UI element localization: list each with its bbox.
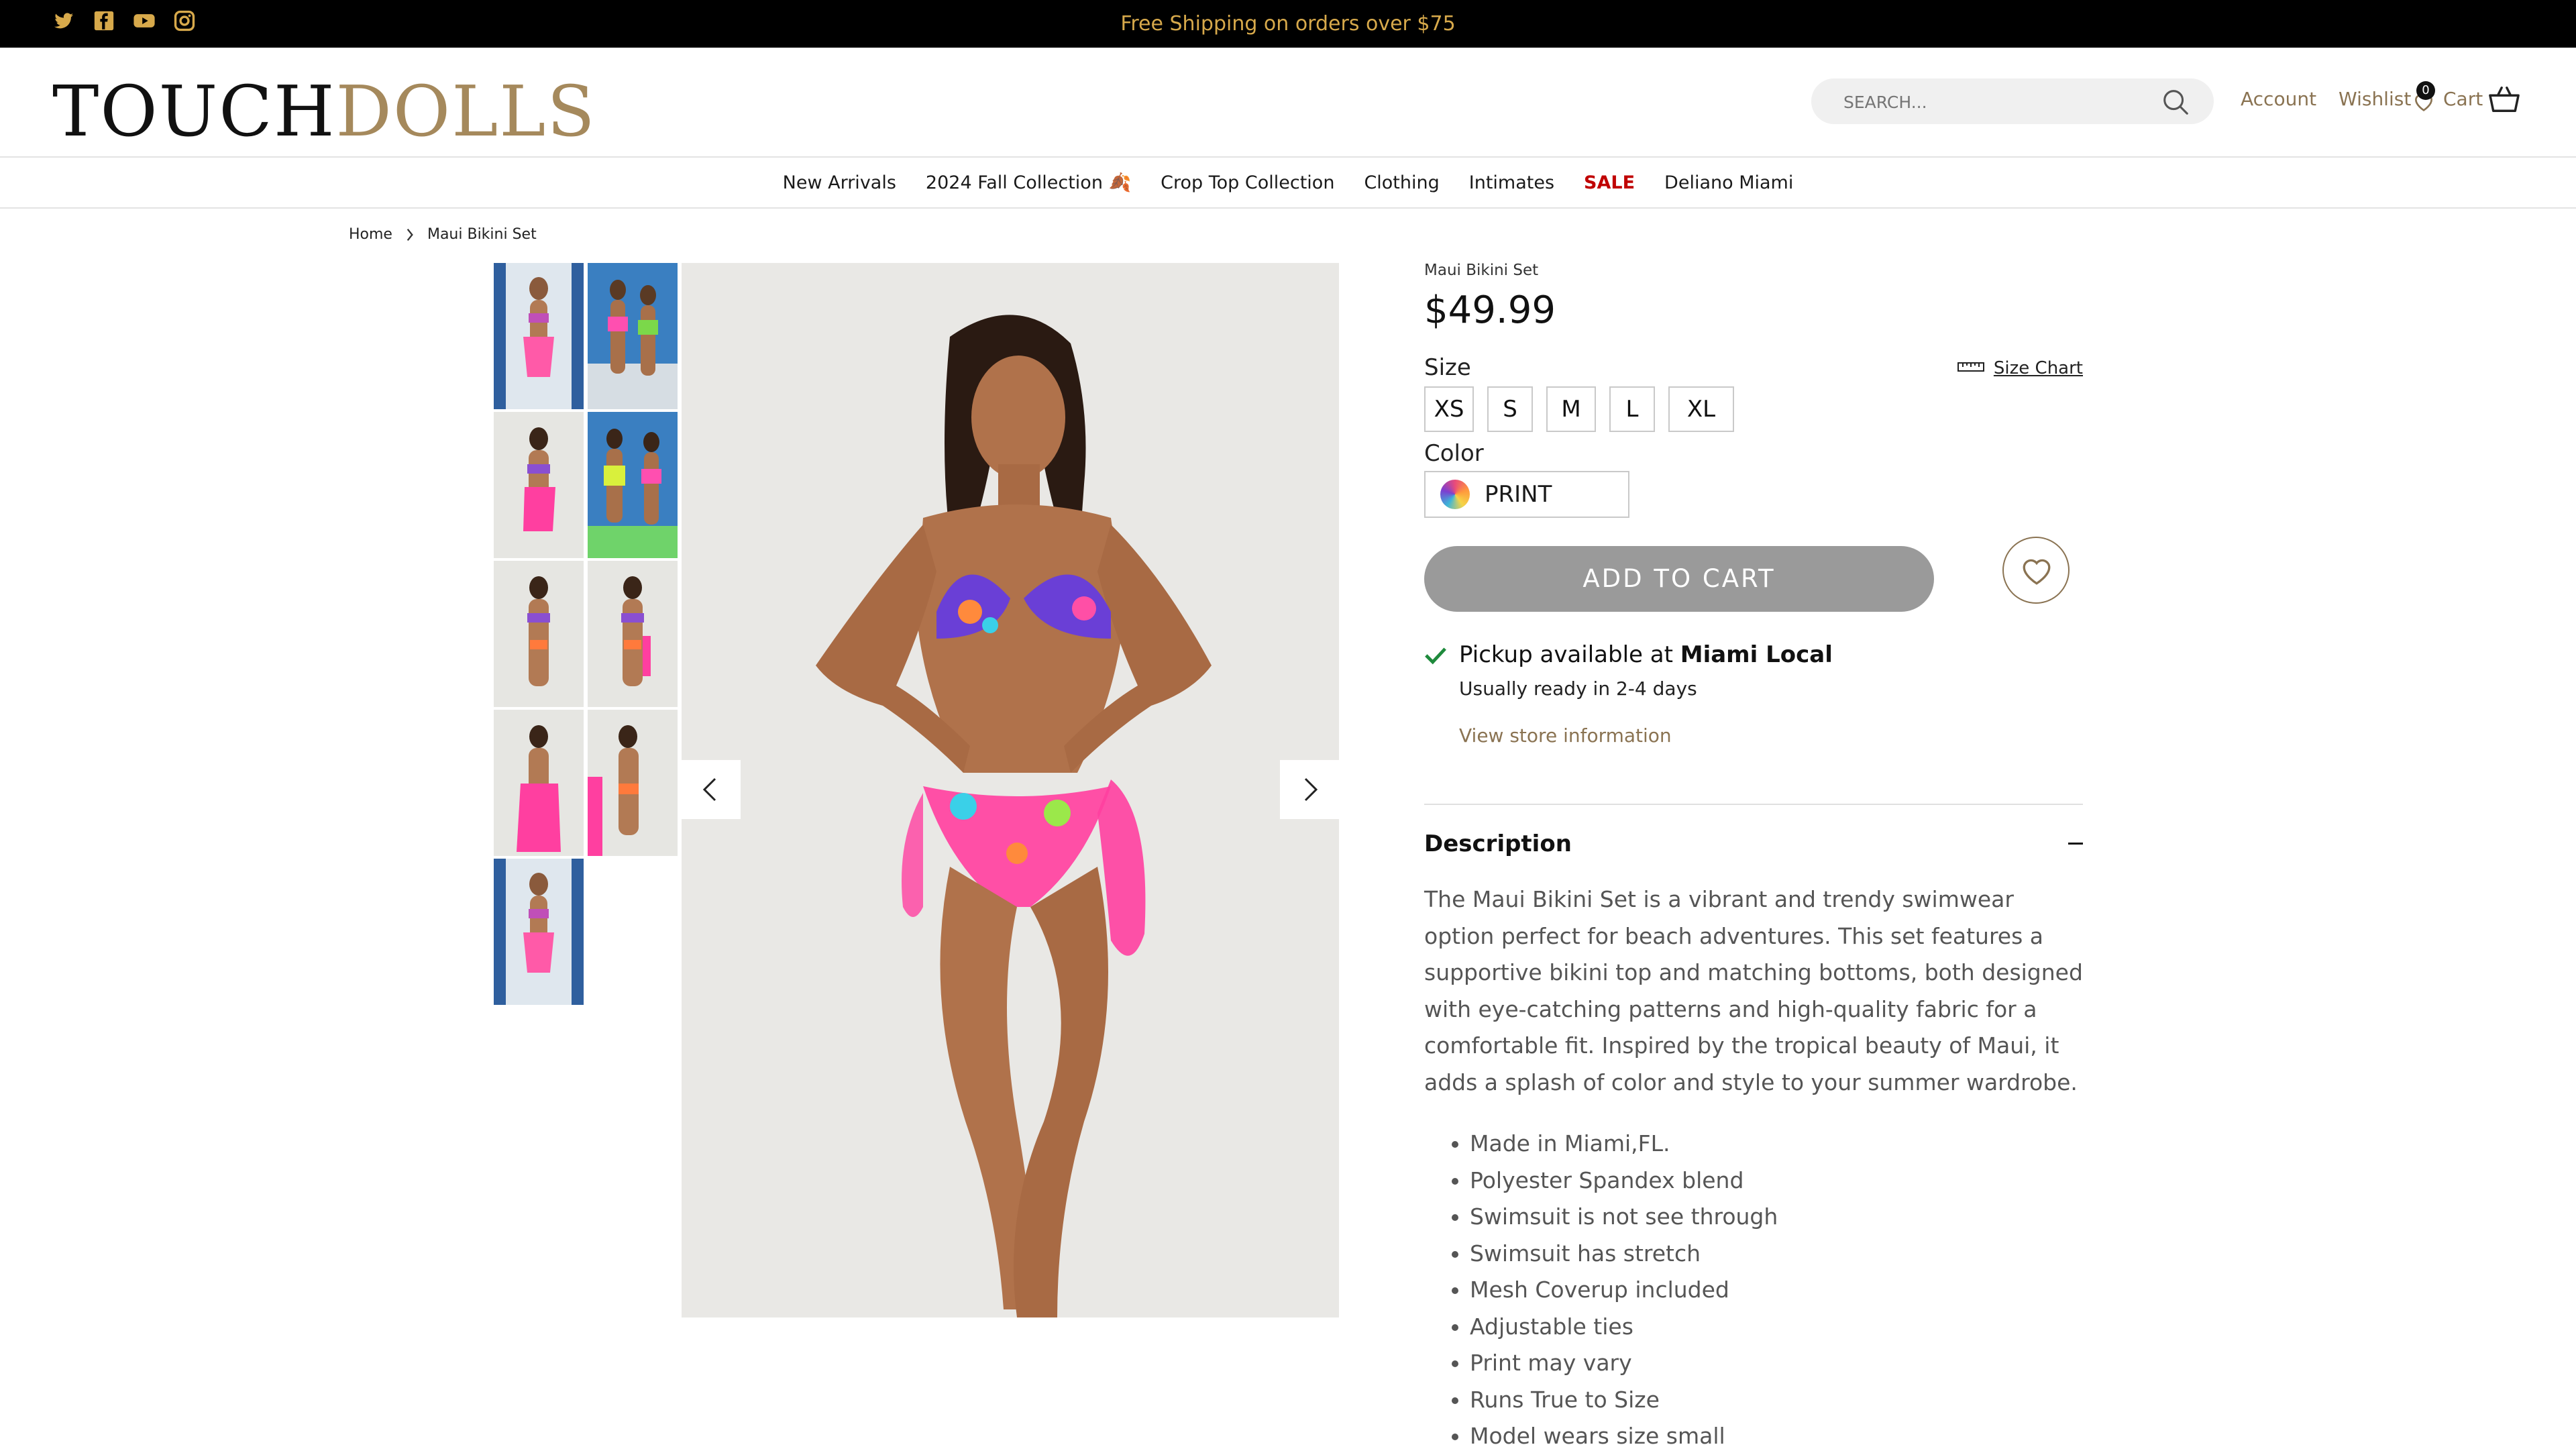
nav-new-arrivals[interactable]: New Arrivals [783,172,896,193]
size-option-xs[interactable]: XS [1424,386,1474,432]
description-heading[interactable]: Description [1424,830,1572,857]
breadcrumb-current: Maui Bikini Set [427,226,537,243]
site-logo[interactable]: TOUCHDOLLS [52,74,596,148]
list-item: Swimsuit has stretch [1470,1236,1778,1273]
heart-icon [2023,559,2051,585]
thumbnail-image[interactable] [588,710,678,856]
thumbnail-image[interactable] [494,710,584,856]
list-item: Model wears size small [1470,1418,1778,1455]
main-product-image[interactable] [682,263,1339,1317]
checkmark-icon [1424,645,1447,665]
pickup-prefix: Pickup available at [1459,641,1680,668]
product-info: Maui Bikini Set $49.99 Size Size Chart X… [1424,262,2083,1449]
size-chart-link[interactable]: Size Chart [1957,358,2083,378]
size-option-l[interactable]: L [1609,386,1655,432]
size-option-m[interactable]: M [1546,386,1596,432]
breadcrumb: Home Maui Bikini Set [349,226,537,243]
chevron-right-icon [405,228,415,241]
thumbnail-image[interactable] [494,859,584,1005]
search-icon[interactable] [2160,87,2191,117]
list-item: Polyester Spandex blend [1470,1163,1778,1199]
color-value: PRINT [1485,481,1552,508]
product-name: Maui Bikini Set [1424,262,1539,279]
search-bar [1811,78,2214,124]
thumbnail-image[interactable] [588,561,678,707]
feature-list: Made in Miami,FL. Polyester Spandex blen… [1424,1126,1778,1455]
list-item: Print may vary [1470,1345,1778,1382]
pickup-location: Miami Local [1680,641,1833,668]
logo-text-touch: TOUCH [52,70,336,152]
size-label: Size [1424,354,1471,381]
thumbnail-image[interactable] [494,263,584,409]
add-to-wishlist-button[interactable] [2002,537,2070,604]
ruler-icon [1957,358,1984,378]
wishlist-link[interactable]: Wishlist [2339,88,2411,110]
nav-deliano-miami[interactable]: Deliano Miami [1664,172,1793,193]
breadcrumb-home[interactable]: Home [349,226,392,243]
previous-image-button[interactable] [682,760,741,819]
size-option-s[interactable]: S [1487,386,1533,432]
thumbnail-image[interactable] [494,561,584,707]
nav-fall-collection[interactable]: 2024 Fall Collection 🍂 [926,172,1131,193]
divider [1424,804,2083,805]
thumbnail-image[interactable] [494,412,584,558]
nav-sale[interactable]: SALE [1584,172,1635,193]
next-image-button[interactable] [1280,760,1339,819]
list-item: Adjustable ties [1470,1309,1778,1346]
cart-basket-icon[interactable] [2487,84,2521,115]
size-chart-label: Size Chart [1993,358,2083,378]
collapse-minus-icon[interactable] [2068,843,2083,845]
logo-text-dolls: DOLLS [335,70,596,152]
size-options: XS S M L XL [1424,386,1734,432]
color-option-print[interactable]: PRINT [1424,471,1629,518]
main-navigation: New Arrivals 2024 Fall Collection 🍂 Crop… [0,158,2576,209]
pickup-ready-time: Usually ready in 2-4 days [1459,678,1697,700]
thumbnail-image[interactable] [588,412,678,558]
site-header: TOUCHDOLLS Account Wishlist 0 Cart [0,48,2576,158]
list-item: Made in Miami,FL. [1470,1126,1778,1163]
size-option-xl[interactable]: XL [1668,386,1734,432]
free-shipping-message: Free Shipping on orders over $75 [1120,12,1456,36]
list-item: Mesh Coverup included [1470,1272,1778,1309]
product-price: $49.99 [1424,288,1556,332]
nav-intimates[interactable]: Intimates [1469,172,1554,193]
description-text: The Maui Bikini Set is a vibrant and tre… [1424,886,2083,1095]
list-item: Swimsuit is not see through [1470,1199,1778,1236]
account-link[interactable]: Account [2241,88,2316,110]
add-to-cart-button[interactable]: ADD TO CART [1424,546,1934,612]
view-store-information-link[interactable]: View store information [1459,724,1672,747]
cart-link[interactable]: Cart [2443,88,2483,110]
pickup-text: Pickup available at Miami Local [1459,641,1833,668]
color-label: Color [1424,440,1484,467]
announcement-bar: Free Shipping on orders over $75 [0,0,2576,48]
wishlist-count-badge: 0 [2416,81,2435,100]
nav-crop-top-collection[interactable]: Crop Top Collection [1161,172,1334,193]
nav-clothing[interactable]: Clothing [1364,172,1439,193]
color-swatch [1440,480,1470,509]
thumbnail-image[interactable] [588,263,678,409]
search-input[interactable] [1842,87,2153,117]
list-item: Runs True to Size [1470,1382,1778,1419]
